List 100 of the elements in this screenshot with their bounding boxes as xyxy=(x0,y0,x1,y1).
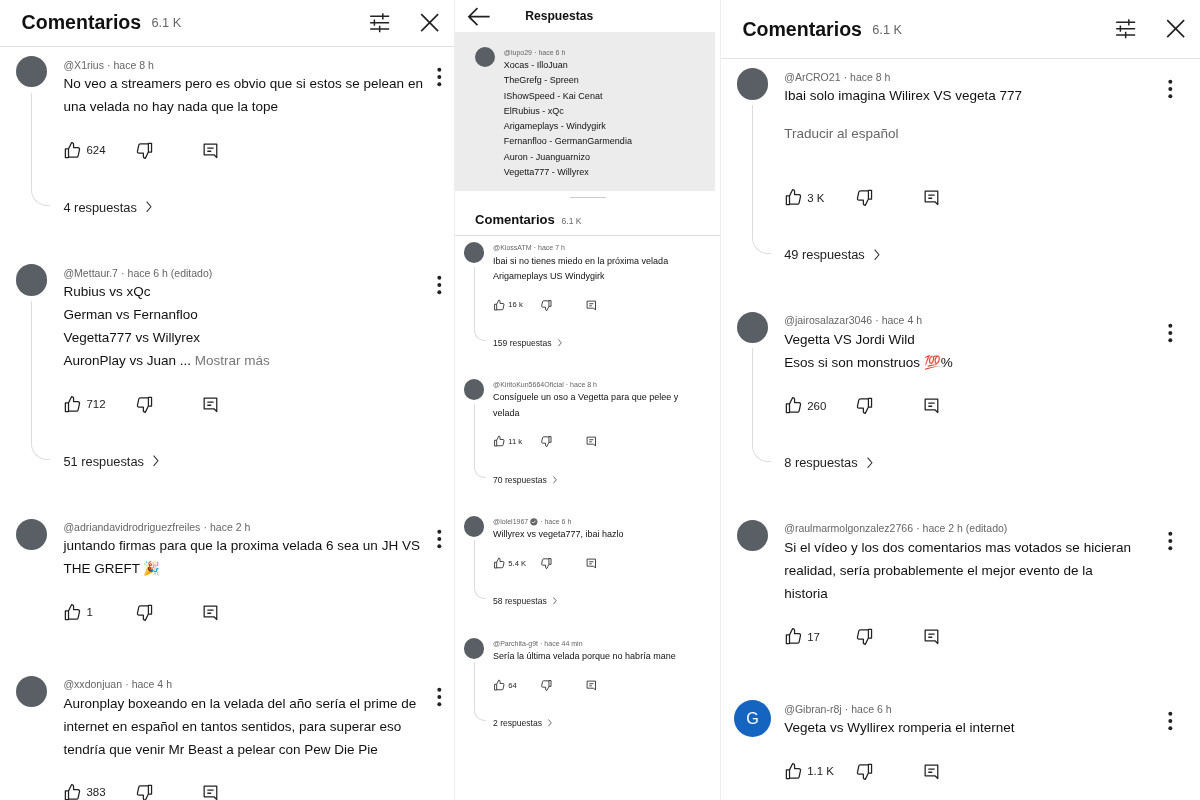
comment-text: Consíguele un oso a Vegetta para que pelee y velada xyxy=(493,391,680,420)
kebab-menu-icon xyxy=(436,275,443,296)
thumbs-up-icon xyxy=(63,602,83,622)
comment-time: · hace 8 h xyxy=(843,70,891,83)
comment-text: Si el vídeo y los dos comentarios mas votados se hicieran realidad, sería probablemente el mejor evento de la historia xyxy=(784,538,1132,603)
kebab-menu-icon xyxy=(436,686,443,707)
replies-link[interactable]: 8 respuestas xyxy=(784,455,876,471)
reply-button[interactable] xyxy=(584,298,598,312)
comment-icon xyxy=(584,298,598,312)
thumbs-up-icon xyxy=(784,627,804,647)
avatar-placeholder xyxy=(463,516,485,537)
kebab-menu-icon xyxy=(436,67,443,88)
like-button[interactable]: 260 xyxy=(784,396,856,416)
comment-author[interactable]: @ArCRO21 xyxy=(784,70,841,83)
kebab-menu-icon xyxy=(1166,322,1174,343)
comment-author[interactable]: @Gibran-r8j xyxy=(784,702,842,715)
thumbs-up-icon xyxy=(63,394,83,414)
avatar-placeholder xyxy=(737,520,769,552)
thumbs-up-icon xyxy=(63,783,83,800)
comment-author[interactable]: @adriandavidrodriguezfreiles xyxy=(63,520,201,533)
thumbs-up-icon xyxy=(784,761,804,781)
like-button[interactable]: 1 xyxy=(63,602,135,622)
thread-line xyxy=(473,540,487,600)
comment-author[interactable]: @raulmarmolgonzalez2766 xyxy=(784,522,913,535)
avatar-placeholder xyxy=(463,242,485,264)
thumbs-up-icon xyxy=(63,140,83,160)
thumbs-down-icon xyxy=(855,761,875,781)
comment-time: · hace 4 h xyxy=(125,678,172,691)
comment-author[interactable]: @X1rius xyxy=(63,58,104,71)
verified-check-icon xyxy=(530,517,539,526)
thumbs-down-icon xyxy=(855,396,875,416)
comment-time: · hace 4 h xyxy=(875,314,922,327)
thumbs-up-icon xyxy=(784,396,804,416)
thumbs-down-icon xyxy=(134,602,154,622)
avatar-placeholder xyxy=(16,264,48,296)
replies-link[interactable]: 4 respuestas xyxy=(63,199,155,215)
thumbs-down-icon xyxy=(134,394,154,414)
replies-link[interactable]: 70 respuestas xyxy=(493,474,559,485)
like-button[interactable]: 17 xyxy=(784,627,856,647)
comment-count: 6.1 K xyxy=(561,215,582,226)
chevron-right-icon xyxy=(871,248,883,261)
thumbs-down-icon xyxy=(540,435,554,449)
thread-line xyxy=(473,662,487,721)
comment-icon xyxy=(584,678,598,692)
like-button[interactable]: 1.1 K xyxy=(784,761,856,781)
reply-button[interactable] xyxy=(584,435,598,449)
thumbs-down-icon xyxy=(855,627,875,647)
like-button[interactable]: 624 xyxy=(63,140,135,160)
like-button[interactable]: 383 xyxy=(63,783,135,800)
comment-text: Ibai si no tienes miedo en la próxima velada Arigameplays US Windygirk xyxy=(493,254,670,283)
show-more-link[interactable]: Mostrar más xyxy=(194,353,270,369)
comment-icon xyxy=(584,435,598,449)
letter-avatar: G xyxy=(733,700,772,738)
comment-text: Vegetta VS Jordi Wild Esos si son monstruos 💯% xyxy=(784,330,954,372)
chevron-right-icon xyxy=(150,455,162,467)
reply-button[interactable] xyxy=(584,678,598,692)
thumbs-up-icon xyxy=(493,678,506,692)
panel-title: Respuestas xyxy=(525,9,594,24)
chevron-right-icon xyxy=(551,597,559,606)
comment-author[interactable]: @xxdonjuan xyxy=(63,678,123,691)
kebab-menu-icon xyxy=(1166,79,1174,100)
comment-count: 6.1 K xyxy=(872,21,903,37)
chevron-right-icon xyxy=(555,338,564,347)
comment-count: 6.1 K xyxy=(151,15,182,31)
thumbs-up-icon xyxy=(493,557,506,570)
reply-button[interactable] xyxy=(584,557,598,570)
avatar-placeholder xyxy=(737,311,769,343)
chevron-right-icon xyxy=(551,475,559,484)
thumbs-up-icon xyxy=(784,188,804,207)
replies-link[interactable]: 2 respuestas xyxy=(493,717,554,728)
avatar-placeholder xyxy=(16,675,48,707)
replies-link[interactable]: 51 respuestas xyxy=(63,453,162,469)
avatar-placeholder xyxy=(463,379,485,400)
replies-link[interactable]: 159 respuestas xyxy=(493,337,564,348)
comment-text: Willyrex vs vegeta777, ibai hazlo xyxy=(493,528,625,542)
panel-title: Comentarios xyxy=(475,211,555,227)
comment-icon xyxy=(584,557,598,570)
avatar-placeholder xyxy=(16,56,48,88)
comment-text: juntando firmas para que la proxima velada 6 sea un JH VS THE GREFT 🎉 xyxy=(63,537,421,579)
thumbs-down-icon xyxy=(540,678,554,692)
comment-time: · hace 8 h xyxy=(107,58,154,71)
replies-link[interactable]: 49 respuestas xyxy=(784,246,883,262)
comment-author[interactable]: @jairosalazar3046 xyxy=(784,314,873,327)
avatar-placeholder xyxy=(737,68,769,100)
like-button[interactable]: 712 xyxy=(63,394,135,414)
comment-text: Sería la última velada porque no habría mane xyxy=(493,650,677,664)
chevron-right-icon xyxy=(143,201,155,213)
comment-text: Vegeta vs Wyllirex romperia el internet xyxy=(784,719,1016,738)
thumbs-down-icon xyxy=(134,783,154,800)
translate-link[interactable]: Traducir al español xyxy=(784,125,1141,141)
like-button[interactable]: 3 K xyxy=(784,188,856,207)
avatar-placeholder xyxy=(16,518,48,550)
thumbs-down-icon xyxy=(540,298,554,312)
panel-title: Comentarios xyxy=(21,11,142,35)
comment-text: Xocas - IlloJuan TheGrefg - Spreen IShowSpeed - Kai Cenat ElRubius - xQc Arigameplays - Windygirk Fernanfloo - GermanGarmendia Auron - Juanguarnizo Vegetta777 - Willyrex xyxy=(503,59,632,180)
chevron-right-icon xyxy=(546,719,554,727)
comment-author[interactable]: @Mettaur.7 xyxy=(63,266,118,279)
comment-text: No veo a streamers pero es obvio que si estos se pelean en una velada no hay nada que la tope xyxy=(63,75,424,117)
thumbs-down-icon xyxy=(855,188,875,207)
replies-link[interactable]: 58 respuestas xyxy=(493,596,559,607)
